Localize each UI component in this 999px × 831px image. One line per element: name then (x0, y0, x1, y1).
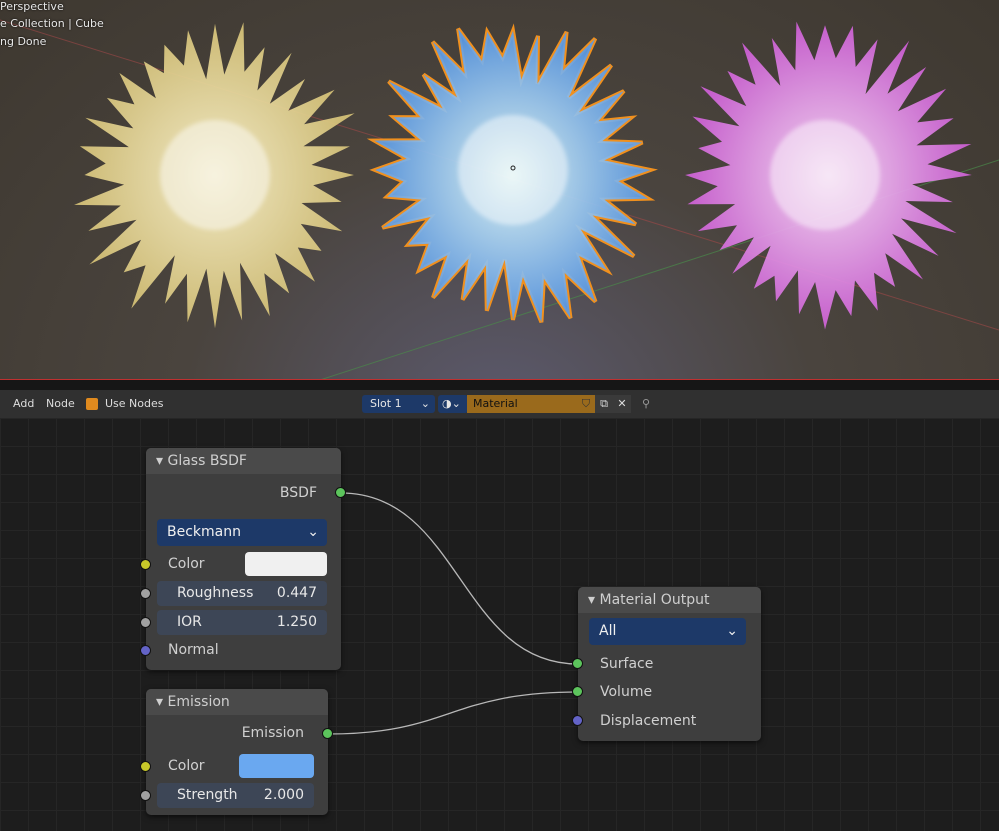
roughness-field[interactable]: Roughness 0.447 (157, 581, 327, 606)
flower-glow (160, 120, 270, 230)
surface-input-socket[interactable] (572, 658, 583, 669)
node-editor-header: Add Node Use Nodes Slot 1 ⌄ ◑⌄ Material ⛉… (0, 390, 999, 418)
area-separator[interactable] (0, 380, 999, 390)
material-output-node[interactable]: ▾ Material Output All ⌄ Surface Volume Di… (572, 587, 761, 741)
strength-field[interactable]: Strength 2.000 (157, 783, 314, 808)
emission-node[interactable]: ▾ Emission Emission Color Strength 2.000 (140, 689, 333, 815)
node-editor-canvas[interactable]: ▾ Glass BSDF BSDF Beckmann ⌄ Color Roughn… (0, 418, 999, 831)
volume-input-socket[interactable] (572, 686, 583, 697)
normal-label: Normal (168, 642, 219, 658)
node-title: Emission (167, 694, 230, 710)
emission-color-swatch[interactable] (239, 754, 314, 778)
material-browse-button[interactable]: ◑⌄ (438, 395, 468, 413)
material-sphere-icon: ◑ (442, 397, 452, 410)
node-title: Glass BSDF (167, 453, 247, 469)
glass-bsdf-node[interactable]: ▾ Glass BSDF BSDF Beckmann ⌄ Color Roughn… (140, 448, 346, 670)
use-nodes-checkbox[interactable] (86, 398, 98, 410)
emission-output-socket[interactable] (322, 728, 333, 739)
color-label: Color (168, 758, 205, 774)
color-swatch[interactable] (245, 552, 327, 576)
link-emission-volume (327, 691, 579, 735)
color-input-socket[interactable] (140, 559, 151, 570)
ior-input-socket[interactable] (140, 617, 151, 628)
bsdf-output-label: BSDF (279, 485, 317, 501)
viewport-info-view: Perspective (0, 0, 64, 13)
material-name-field[interactable]: Material (467, 395, 577, 413)
node-menu[interactable]: Node (46, 395, 75, 413)
ior-value: 1.250 (276, 614, 317, 630)
collapse-triangle-icon[interactable]: ▾ (156, 694, 163, 710)
chevron-down-icon: ⌄ (307, 524, 319, 540)
link-bsdf-surface (340, 492, 579, 665)
emission-output-label: Emission (241, 725, 304, 741)
viewport-info-collection: e Collection | Cube (0, 17, 104, 30)
pin-icon[interactable]: ⚲ (638, 395, 654, 413)
node-header[interactable]: ▾ Emission (146, 689, 328, 715)
target-dropdown[interactable]: All ⌄ (589, 618, 746, 645)
chevron-down-icon: ⌄ (420, 397, 430, 410)
bsdf-output-socket[interactable] (335, 487, 346, 498)
volume-label: Volume (600, 684, 653, 700)
add-menu[interactable]: Add (13, 395, 34, 413)
slot-value: Slot 1 (370, 397, 402, 410)
displacement-label: Displacement (600, 713, 697, 729)
fake-user-shield-icon[interactable]: ⛉ (577, 395, 595, 413)
roughness-label: Roughness (177, 585, 254, 601)
distribution-dropdown[interactable]: Beckmann ⌄ (157, 519, 327, 546)
ior-field[interactable]: IOR 1.250 (157, 610, 327, 635)
chevron-down-icon: ⌄ (726, 623, 738, 639)
viewport-info-status: ng Done (0, 35, 47, 48)
flower-glow (770, 120, 880, 230)
3d-viewport[interactable]: Perspective e Collection | Cube ng Done (0, 0, 999, 380)
strength-input-socket[interactable] (140, 790, 151, 801)
displacement-input-socket[interactable] (572, 715, 583, 726)
strength-value: 2.000 (263, 787, 304, 803)
roughness-input-socket[interactable] (140, 588, 151, 599)
slot-dropdown[interactable]: Slot 1 ⌄ (362, 395, 435, 413)
normal-input-socket[interactable] (140, 645, 151, 656)
duplicate-material-icon[interactable]: ⧉ (595, 395, 613, 413)
color-label: Color (168, 556, 205, 572)
collapse-triangle-icon[interactable]: ▾ (588, 592, 595, 608)
color-input-socket[interactable] (140, 761, 151, 772)
strength-label: Strength (177, 787, 238, 803)
collapse-triangle-icon[interactable]: ▾ (156, 453, 163, 469)
viewport-scene (0, 19, 999, 379)
use-nodes-label: Use Nodes (105, 397, 164, 410)
surface-label: Surface (600, 656, 654, 672)
target-value: All (599, 623, 617, 639)
ior-label: IOR (177, 614, 202, 630)
roughness-value: 0.447 (276, 585, 317, 601)
node-header[interactable]: ▾ Material Output (578, 587, 761, 613)
node-title: Material Output (599, 592, 710, 608)
node-header[interactable]: ▾ Glass BSDF (146, 448, 341, 474)
distribution-value: Beckmann (167, 524, 241, 540)
unlink-x-icon[interactable]: ✕ (613, 395, 631, 413)
